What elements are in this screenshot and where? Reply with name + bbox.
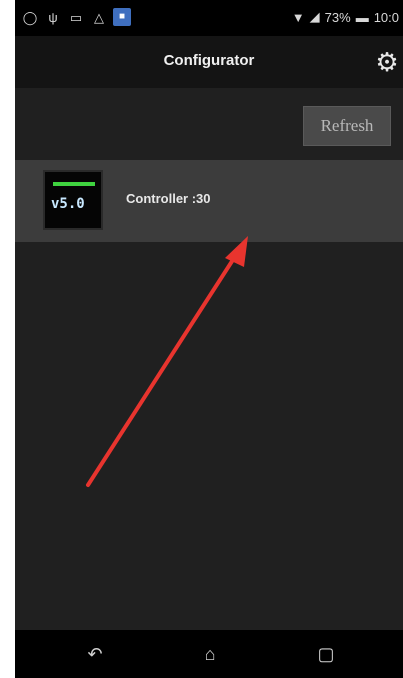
controller-device-icon: v5.0 [43, 170, 103, 230]
navigation-bar: ↶ ⌂ ▢ [15, 630, 403, 678]
battery-percent: 73% [324, 9, 351, 25]
clock: 10:0 [373, 9, 399, 25]
device-label: Controller :30 [126, 191, 211, 206]
recents-icon[interactable]: ▢ [311, 642, 341, 666]
phone-screen: ◯ ψ ▭ △ ■ ▼ ◢ 73% ▬ 10:0 Configurator ⚙ … [15, 0, 403, 678]
status-bar: ◯ ψ ▭ △ ■ ▼ ◢ 73% ▬ 10:0 [15, 0, 403, 36]
page-title: Configurator [163, 52, 255, 69]
battery-icon: ▬ [355, 9, 369, 25]
home-icon[interactable]: ⌂ [195, 642, 225, 666]
image-icon: ▭ [69, 9, 83, 25]
whatsapp-icon: ◯ [22, 9, 38, 25]
warning-icon: △ [94, 9, 104, 25]
app-bar: Configurator ⚙ [15, 36, 403, 88]
thumbnail-indicator-strip [53, 182, 95, 186]
wifi-icon: ▼ [291, 9, 305, 25]
notification-icons: ◯ ψ ▭ △ ■ [21, 8, 131, 26]
cellular-signal-icon: ◢ [309, 9, 320, 24]
usb-icon: ψ [48, 9, 58, 25]
thumbnail-readout: v5.0 [51, 196, 85, 212]
back-icon[interactable]: ↶ [80, 642, 110, 666]
gear-icon[interactable]: ⚙ [373, 48, 401, 76]
app-icon: ■ [113, 8, 131, 26]
list-item[interactable]: v5.0 Controller :30 [15, 160, 403, 242]
status-right: ▼ ◢ 73% ▬ 10:0 [292, 9, 399, 25]
device-list-empty-area [15, 242, 403, 630]
toolbar: Refresh [15, 88, 403, 154]
refresh-button[interactable]: Refresh [303, 106, 391, 146]
